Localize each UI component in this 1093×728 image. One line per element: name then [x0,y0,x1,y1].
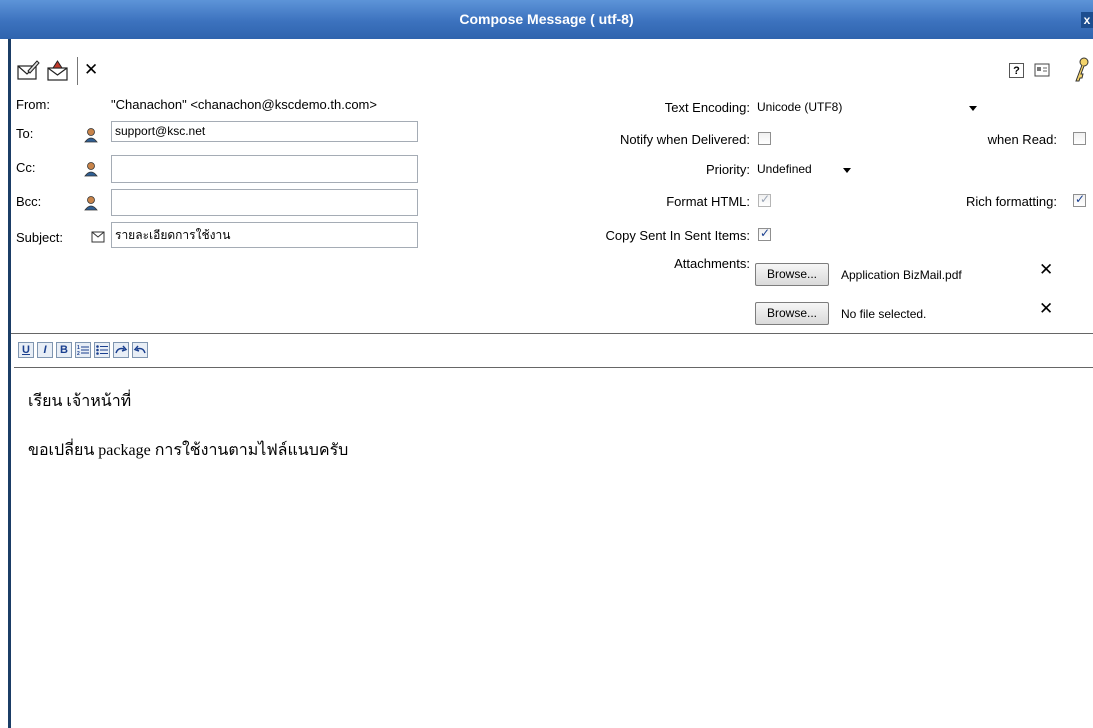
person-icon[interactable] [83,127,99,143]
chevron-down-icon [969,106,977,111]
from-value: "Chanachon" <chanachon@kscdemo.th.com> [111,97,377,112]
subject-label: Subject: [16,230,63,245]
body-line-request: ขอเปลี่ยน package การใช้งานตามไฟล์แนบครั… [28,442,349,459]
cc-label: Cc: [16,160,36,175]
bcc-field[interactable] [111,189,418,216]
cc-field[interactable] [111,155,418,183]
window-title: Compose Message ( utf-8) [459,11,634,27]
copy-sent-checkbox[interactable] [758,226,771,241]
italic-button[interactable]: I [37,342,53,358]
envelope-icon [91,231,105,243]
help-button[interactable]: ? [1009,63,1024,78]
rich-formatting-label: Rich formatting: [965,194,1057,209]
priority-select[interactable]: Undefined [757,159,867,179]
person-icon[interactable] [83,161,99,177]
from-label: From: [16,97,50,112]
bold-button[interactable]: B [56,342,72,358]
address-book-icon[interactable] [1034,63,1050,77]
encoding-label: Text Encoding: [664,100,750,115]
encoding-value: Unicode (UTF8) [757,100,843,114]
key-icon[interactable] [1072,56,1090,84]
when-read-label: when Read: [987,132,1057,147]
subject-field[interactable]: รายละเอียดการใช้งาน [111,222,418,248]
browse-button[interactable]: Browse... [755,263,829,286]
envelope-arrow-icon[interactable] [46,59,70,83]
copy-sent-label: Copy Sent In Sent Items: [605,228,750,243]
chevron-down-icon [843,168,851,173]
compose-frame: ✕ ? From: "Chanachon" <chanachon@kscdemo… [8,39,1093,728]
format-html-label: Format HTML: [666,194,750,209]
toolbar-divider [77,57,78,85]
format-html-checkbox[interactable] [758,192,771,207]
notify-delivered-label: Notify when Delivered: [619,132,750,147]
message-body-editor[interactable]: เรียน เจ้าหน้าที่ ขอเปลี่ยน package การใ… [14,367,1093,728]
body-line-greeting: เรียน เจ้าหน้าที่ [28,393,132,410]
encoding-select[interactable]: Unicode (UTF8) [757,97,987,117]
svg-text:2: 2 [77,351,80,357]
header-divider [11,333,1093,334]
remove-attachment-button[interactable]: ✕ [1039,261,1053,279]
browse-button[interactable]: Browse... [755,302,829,325]
to-label: To: [16,126,34,141]
window-titlebar: Compose Message ( utf-8) x [0,0,1093,39]
rich-formatting-checkbox[interactable] [1073,192,1086,207]
numbered-list-icon[interactable]: 12 [75,342,91,358]
attachment-filename: No file selected. [841,307,927,321]
bullet-list-icon[interactable] [94,342,110,358]
redo-icon[interactable] [113,342,129,358]
bcc-label: Bcc: [16,194,42,209]
notify-delivered-checkbox[interactable] [758,132,771,145]
envelope-pen-icon[interactable] [16,59,40,83]
remove-attachment-button[interactable]: ✕ [1039,300,1053,318]
close-window-button[interactable]: x [1081,12,1093,28]
when-read-checkbox[interactable] [1073,132,1086,145]
attachment-filename: Application BizMail.pdf [841,268,962,282]
priority-value: Undefined [757,162,812,176]
priority-label: Priority: [705,162,750,177]
to-field[interactable]: support@ksc.net [111,121,418,142]
underline-button[interactable]: U [18,342,34,358]
person-icon[interactable] [83,195,99,211]
attachments-label: Attachments: [674,256,750,271]
discard-button[interactable]: ✕ [84,61,98,79]
undo-icon[interactable] [132,342,148,358]
